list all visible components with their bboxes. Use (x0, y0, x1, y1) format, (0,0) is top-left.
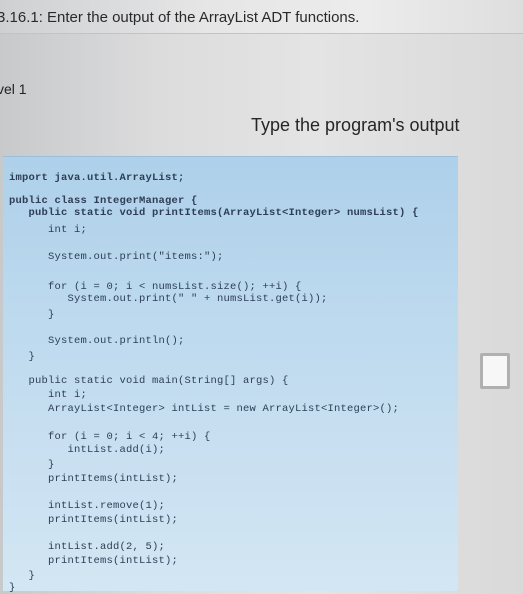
top-header-bar: 3.16.1: Enter the output of the ArrayLis… (0, 0, 523, 34)
code-panel: import java.util.ArrayList; public class… (3, 156, 458, 594)
code-line: for (i = 0; i < 4; ++i) { (9, 431, 211, 443)
code-line: System.out.print(" " + numsList.get(i)); (9, 293, 328, 305)
level-label: vel 1 (0, 81, 27, 97)
code-line: intList.remove(1); (9, 500, 166, 512)
code-line: ArrayList<Integer> intList = new ArrayLi… (9, 403, 400, 415)
code-line: printItems(intList); (9, 473, 179, 485)
code-line: printItems(intList); (9, 555, 179, 567)
code-line: int i; (9, 389, 88, 401)
code-line: } (9, 351, 36, 363)
code-line: public class IntegerManager { (9, 195, 198, 207)
code-line: for (i = 0; i < numsList.size(); ++i) { (9, 281, 302, 293)
output-answer-box[interactable] (480, 353, 510, 389)
code-line: System.out.println(); (9, 335, 185, 347)
output-prompt: Type the program's output (251, 115, 460, 135)
code-line: public static void printItems(ArrayList<… (9, 207, 419, 219)
page-title: 3.16.1: Enter the output of the ArrayLis… (0, 9, 360, 26)
code-line: } (9, 459, 55, 471)
code-line: public static void main(String[] args) { (9, 375, 289, 387)
code-line: } (9, 582, 16, 594)
code-line: } (9, 570, 36, 582)
code-line: } (9, 309, 55, 321)
code-line: intList.add(2, 5); (9, 541, 166, 553)
code-line: intList.add(i); (9, 444, 166, 456)
code-line: printItems(intList); (9, 514, 179, 526)
code-line: import java.util.ArrayList; (9, 172, 185, 184)
code-line: int i; (9, 224, 88, 236)
code-line: System.out.print("items:"); (9, 251, 224, 263)
